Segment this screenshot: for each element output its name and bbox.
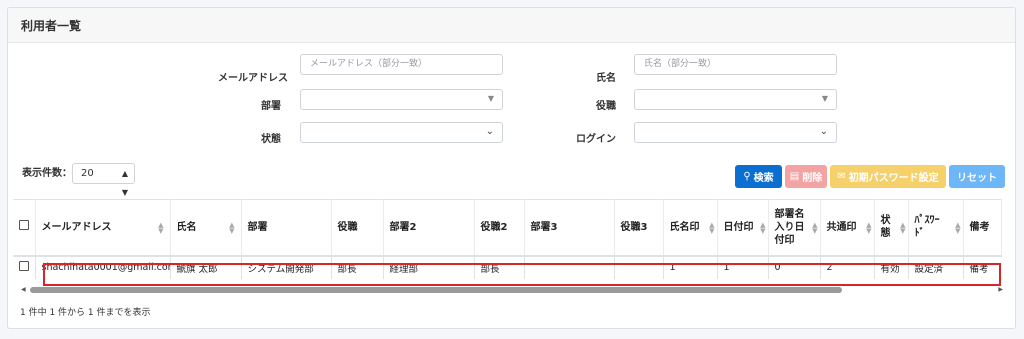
envelope-icon: ✉ <box>837 171 846 182</box>
select-all-cell[interactable] <box>13 199 36 257</box>
chevron-down-icon: ⌄ <box>485 126 494 137</box>
chevron-down-icon: ⌄ <box>819 126 828 137</box>
sort-updown-icon: ▲ ▼ <box>121 169 128 197</box>
cell-password: 設定済 <box>908 255 964 279</box>
row-checkbox[interactable] <box>19 261 29 271</box>
table-header-row: メールアドレス ▲ ▼ 氏名 ▲ ▼ 部署 役職 部署2 役職2 部署3 役職3 氏名印… <box>13 199 1002 257</box>
row-select-cell[interactable] <box>13 255 36 279</box>
col-dept3: 部署3 <box>524 199 615 257</box>
init-password-button[interactable]: ✉ 初期パスワード設定 <box>830 165 946 188</box>
search-icon: ⚲ <box>743 171 751 182</box>
page-size-label: 表示件数： <box>22 168 72 179</box>
status-select[interactable]: ⌄ <box>300 122 503 143</box>
page-size-value: 20 <box>81 168 94 179</box>
col-password-label: ﾊﾟｽﾜｰﾄﾞ <box>914 215 940 240</box>
name-field[interactable]: 氏名（部分一致） <box>634 54 837 75</box>
col-role3: 役職3 <box>614 199 664 257</box>
col-date-seal[interactable]: 日付印 ▲ ▼ <box>717 199 769 257</box>
col-note-label: 備考 <box>969 221 990 233</box>
trash-icon: ▤ <box>789 171 800 182</box>
cell-role3 <box>614 255 664 279</box>
cell-dept-date-seal: 0 <box>768 255 821 279</box>
cell-email: shachihata0001@gmail.com <box>35 255 171 279</box>
login-label: ログイン <box>576 134 616 145</box>
col-email[interactable]: メールアドレス ▲ ▼ <box>35 199 171 257</box>
cell-name: 鯱旗 太郎 <box>170 255 242 279</box>
col-dept-date-seal-label: 部署名入り日付印 <box>774 208 805 246</box>
pagination-summary: 1 件中 1 件から 1 件までを表示 <box>20 308 151 318</box>
cell-dept3 <box>524 255 615 279</box>
sort-icon: ▲ ▼ <box>709 221 715 235</box>
email-field[interactable]: メールアドレス（部分一致） <box>300 54 503 75</box>
col-dept2-label: 部署2 <box>389 221 417 233</box>
page-size-select[interactable]: 20 ▲ ▼ <box>72 163 135 197</box>
horizontal-scrollbar[interactable]: ◀ ▶ <box>21 286 1003 293</box>
col-common-seal-label: 共通印 <box>826 221 857 233</box>
user-table: メールアドレス ▲ ▼ 氏名 ▲ ▼ 部署 役職 部署2 役職2 部署3 役職3 氏名印… <box>13 199 1002 279</box>
scrollbar-thumb[interactable] <box>30 287 842 293</box>
col-password[interactable]: ﾊﾟｽﾜｰﾄﾞ ▲ ▼ <box>908 199 964 257</box>
scroll-left-icon[interactable]: ◀ <box>21 286 26 293</box>
sort-icon: ▲ ▼ <box>760 221 766 235</box>
select-all-checkbox[interactable] <box>19 220 29 231</box>
status-label: 状態 <box>261 134 281 145</box>
sort-icon: ▲ ▼ <box>158 221 164 235</box>
init-password-button-label: 初期パスワード設定 <box>848 173 939 184</box>
dept-select[interactable]: ▼ <box>300 89 503 110</box>
col-role3-label: 役職3 <box>620 221 648 233</box>
col-role-label: 役職 <box>337 221 358 233</box>
sort-icon: ▲ ▼ <box>229 221 235 235</box>
scroll-right-icon[interactable]: ▶ <box>998 286 1003 293</box>
col-name-seal-label: 氏名印 <box>669 221 700 233</box>
sort-icon: ▲ ▼ <box>866 221 872 235</box>
chevron-down-icon: ▼ <box>487 94 494 103</box>
col-email-label: メールアドレス <box>41 221 112 233</box>
col-role: 役職 <box>331 199 384 257</box>
role-select[interactable]: ▼ <box>634 89 837 110</box>
reset-button-label: リセット <box>957 173 997 184</box>
user-list-card: 利用者一覧 メールアドレス メールアドレス（部分一致） 氏名 氏名（部分一致） … <box>7 7 1016 329</box>
col-dept-date-seal[interactable]: 部署名入り日付印 ▲ ▼ <box>768 199 821 257</box>
reset-button[interactable]: リセット <box>949 165 1005 188</box>
sort-icon: ▲ ▼ <box>955 221 961 235</box>
chevron-down-icon: ▼ <box>821 94 828 103</box>
col-role2: 役職2 <box>474 199 525 257</box>
col-dept2: 部署2 <box>383 199 475 257</box>
card-title: 利用者一覧 <box>8 8 1015 43</box>
cell-date-seal: 1 <box>717 255 769 279</box>
search-button[interactable]: ⚲ 検索 <box>735 165 782 188</box>
sort-icon: ▲ ▼ <box>900 221 906 235</box>
col-dept: 部署 <box>241 199 332 257</box>
cell-role: 部長 <box>331 255 384 279</box>
sort-icon: ▲ ▼ <box>812 221 818 235</box>
col-note: 備考 <box>963 199 1002 257</box>
col-name-label: 氏名 <box>176 221 197 233</box>
dept-label: 部署 <box>261 101 281 112</box>
col-dept3-label: 部署3 <box>530 221 558 233</box>
col-common-seal[interactable]: 共通印 ▲ ▼ <box>820 199 875 257</box>
cell-dept2: 経理部 <box>383 255 475 279</box>
email-label: メールアドレス <box>218 73 288 84</box>
cell-dept: システム開発部 <box>241 255 332 279</box>
col-dept-label: 部署 <box>247 221 268 233</box>
col-status-label: 状態 <box>880 215 891 240</box>
delete-button[interactable]: ▤ 削除 <box>785 165 827 188</box>
name-label: 氏名 <box>596 73 616 84</box>
col-name-seal[interactable]: 氏名印 ▲ ▼ <box>663 199 718 257</box>
login-select[interactable]: ⌄ <box>634 122 837 143</box>
cell-common-seal: 2 <box>820 255 875 279</box>
table-row[interactable]: shachihata0001@gmail.com 鯱旗 太郎 システム開発部 部… <box>13 255 1001 279</box>
cell-note: 備考 <box>969 263 989 275</box>
col-role2-label: 役職2 <box>480 221 508 233</box>
search-button-label: 検索 <box>753 173 774 184</box>
delete-button-label: 削除 <box>802 173 823 184</box>
cell-name-seal: 1 <box>663 255 718 279</box>
col-name[interactable]: 氏名 ▲ ▼ <box>170 199 242 257</box>
cell-role2: 部長 <box>474 255 525 279</box>
role-label: 役職 <box>596 101 616 112</box>
col-status[interactable]: 状態 ▲ ▼ <box>874 199 909 257</box>
cell-status: 有効 <box>874 255 909 279</box>
col-date-seal-label: 日付印 <box>723 221 754 233</box>
